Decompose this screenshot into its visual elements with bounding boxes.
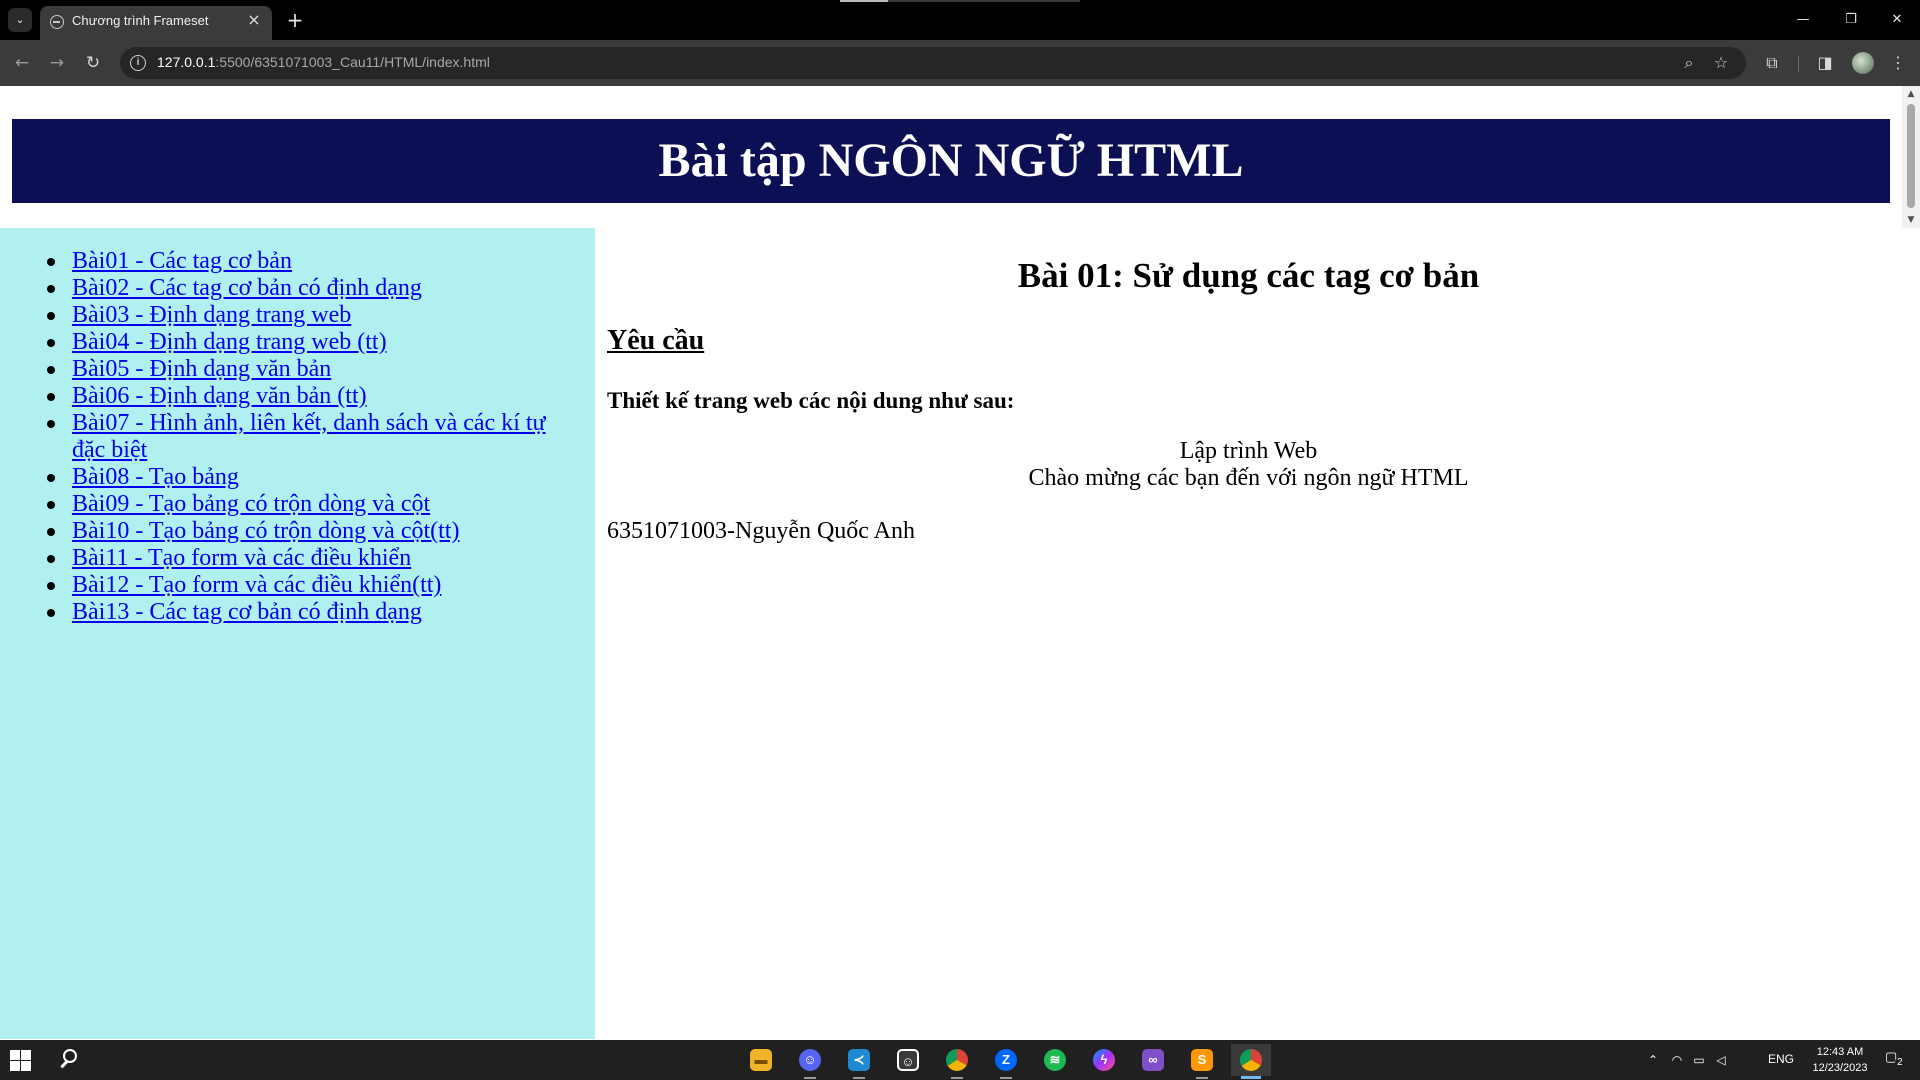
chrome-icon[interactable] — [937, 1044, 977, 1079]
window-drag-indicator — [840, 0, 1080, 2]
messenger-app-icon[interactable]: ☺ — [888, 1044, 928, 1076]
address-bar[interactable]: i 127.0.0.1:5500/6351071003_Cau11/HTML/i… — [120, 47, 1746, 79]
profile-avatar[interactable] — [1852, 52, 1874, 74]
lesson-link-04[interactable]: Bài04 - Định dạng trang web (tt) — [72, 329, 387, 355]
scrollbar-thumb[interactable] — [1907, 104, 1915, 208]
url-path: :5500/6351071003_Cau11/HTML/index.html — [215, 54, 490, 70]
lesson-link-08[interactable]: Bài08 - Tạo bảng — [72, 464, 239, 490]
lesson-title: Bài 01: Sử dụng các tag cơ bản — [1017, 256, 1480, 295]
menu-item: Bài07 - Hình ảnh, liên kết, danh sách và… — [38, 410, 558, 464]
clock-date: 12/23/2023 — [1812, 1062, 1868, 1074]
close-tab-icon[interactable]: × — [244, 10, 264, 30]
menu-item: Bài10 - Tạo bảng có trộn dòng và cột(tt) — [38, 518, 558, 545]
student-info: 6351071003-Nguyễn Quốc Anh — [607, 518, 915, 544]
system-tray: ⌃ ◠ ▭ ◁ ENG 12:43 AM 12/23/2023 ▢ 2 — [1640, 1040, 1920, 1080]
visual-studio-icon[interactable]: ∞ — [1133, 1044, 1173, 1076]
close-window-button[interactable]: ✕ — [1874, 0, 1920, 40]
header-frame-scrollbar[interactable]: ▲ ▼ — [1902, 86, 1920, 228]
menu-item: Bài06 - Định dạng văn bản (tt) — [38, 383, 558, 410]
chrome-active-icon[interactable] — [1231, 1044, 1271, 1079]
reload-button[interactable]: ↻ — [81, 51, 105, 75]
lesson-link-09[interactable]: Bài09 - Tạo bảng có trộn dòng và cột — [72, 491, 430, 517]
extensions-icon[interactable]: ⧉ — [1760, 51, 1784, 75]
menu-item: Bài11 - Tạo form và các điều khiển — [38, 545, 558, 572]
browser-tab-active[interactable]: Chương trình Frameset × — [40, 6, 272, 40]
centered-line-1: Lập trình Web — [1179, 438, 1318, 464]
page-viewport: Bài tập NGÔN NGỮ HTML Bài01 - Các tag cơ… — [0, 86, 1902, 1039]
url-host: 127.0.0.1 — [157, 54, 216, 70]
lesson-link-05[interactable]: Bài05 - Định dạng văn bản — [72, 356, 331, 382]
page-banner: Bài tập NGÔN NGỮ HTML — [12, 119, 1890, 203]
forward-button[interactable]: → — [45, 51, 69, 75]
lesson-link-03[interactable]: Bài03 - Định dạng trang web — [72, 302, 351, 328]
lesson-link-12[interactable]: Bài12 - Tạo form và các điều khiển(tt) — [72, 572, 441, 598]
minimize-button[interactable]: — — [1780, 0, 1826, 40]
zalo-icon[interactable]: Z — [986, 1044, 1026, 1079]
menu-item: Bài01 - Các tag cơ bản — [38, 248, 558, 275]
url-text[interactable]: 127.0.0.1:5500/6351071003_Cau11/HTML/ind… — [157, 54, 490, 70]
menu-item: Bài04 - Định dạng trang web (tt) — [38, 329, 558, 356]
requirement-text: Thiết kế trang web các nội dung như sau: — [607, 388, 1015, 413]
header-frame: Bài tập NGÔN NGỮ HTML — [0, 86, 1902, 228]
battery-icon[interactable]: ▭ — [1690, 1050, 1708, 1070]
scroll-up-arrow-icon[interactable]: ▲ — [1902, 86, 1920, 102]
lesson-link-01[interactable]: Bài01 - Các tag cơ bản — [72, 248, 292, 274]
sublime-text-icon[interactable]: S — [1182, 1044, 1222, 1079]
menu-item: Bài03 - Định dạng trang web — [38, 302, 558, 329]
requirement-heading: Yêu cầu — [607, 325, 705, 356]
menu-item: Bài05 - Định dạng văn bản — [38, 356, 558, 383]
scroll-down-arrow-icon[interactable]: ▼ — [1902, 212, 1920, 228]
discord-icon[interactable]: ☺ — [790, 1044, 830, 1079]
notification-count: 2 — [1895, 1057, 1905, 1068]
site-info-icon[interactable]: i — [130, 55, 146, 71]
notification-center-icon[interactable]: ▢ 2 — [1885, 1049, 1907, 1071]
windows-taskbar: ▬ ☺ ≺ ☺ Z ≋ ϟ ∞ S ⌃ ◠ ▭ ◁ ENG 12:43 AM 1… — [0, 1040, 1920, 1080]
lesson-link-11[interactable]: Bài11 - Tạo form và các điều khiển — [72, 545, 411, 571]
vs-code-icon[interactable]: ≺ — [839, 1044, 879, 1079]
browser-title-bar: ⌄ Chương trình Frameset × + — ❐ ✕ — [0, 0, 1920, 40]
lesson-link-13[interactable]: Bài13 - Các tag cơ bản có định dạng — [72, 599, 422, 625]
menu-item: Bài08 - Tạo bảng — [38, 464, 558, 491]
centered-line-2: Chào mừng các bạn đến với ngôn ngữ HTML — [1028, 465, 1469, 491]
side-panel-icon[interactable]: ◨ — [1813, 51, 1837, 75]
restore-button[interactable]: ❐ — [1828, 0, 1874, 40]
browser-menu-icon[interactable]: ⋮ — [1886, 51, 1910, 75]
clock-time: 12:43 AM — [1816, 1046, 1864, 1058]
menu-item: Bài13 - Các tag cơ bản có định dạng — [38, 599, 558, 626]
clock[interactable]: 12:43 AM 12/23/2023 — [1805, 1044, 1875, 1076]
messenger-icon[interactable]: ϟ — [1084, 1044, 1124, 1076]
menu-item: Bài12 - Tạo form và các điều khiển(tt) — [38, 572, 558, 599]
spotify-icon[interactable]: ≋ — [1035, 1044, 1075, 1076]
zoom-icon[interactable]: ⌕ — [1678, 52, 1700, 74]
back-button[interactable]: ← — [10, 51, 34, 75]
file-explorer-icon[interactable]: ▬ — [741, 1044, 781, 1076]
tab-search-button[interactable]: ⌄ — [8, 8, 32, 32]
tab-title: Chương trình Frameset — [72, 13, 209, 28]
lesson-link-10[interactable]: Bài10 - Tạo bảng có trộn dòng và cột(tt) — [72, 518, 459, 544]
centered-text-block: Lập trình Web Chào mừng các bạn đến với … — [595, 438, 1902, 492]
content-frame: Bài 01: Sử dụng các tag cơ bản Yêu cầu T… — [595, 228, 1902, 1039]
browser-toolbar: ← → ↻ i 127.0.0.1:5500/6351071003_Cau11/… — [0, 40, 1920, 86]
windows-start-icon[interactable] — [10, 1050, 32, 1072]
show-hidden-icons-icon[interactable]: ⌃ — [1644, 1050, 1662, 1070]
language-indicator[interactable]: ENG — [1768, 1052, 1794, 1066]
globe-icon — [50, 15, 64, 29]
menu-frame: Bài01 - Các tag cơ bản Bài02 - Các tag c… — [0, 228, 595, 1039]
lesson-link-07[interactable]: Bài07 - Hình ảnh, liên kết, danh sách và… — [72, 410, 546, 463]
search-icon[interactable] — [58, 1047, 84, 1073]
lesson-link-02[interactable]: Bài02 - Các tag cơ bản có định dạng — [72, 275, 422, 301]
lesson-link-06[interactable]: Bài06 - Định dạng văn bản (tt) — [72, 383, 367, 409]
lesson-menu: Bài01 - Các tag cơ bản Bài02 - Các tag c… — [38, 248, 558, 626]
wifi-icon[interactable]: ◠ — [1668, 1050, 1686, 1070]
toolbar-separator — [1798, 56, 1799, 72]
new-tab-button[interactable]: + — [282, 8, 308, 32]
menu-item: Bài09 - Tạo bảng có trộn dòng và cột — [38, 491, 558, 518]
bookmark-star-icon[interactable]: ☆ — [1710, 52, 1732, 74]
menu-item: Bài02 - Các tag cơ bản có định dạng — [38, 275, 558, 302]
volume-icon[interactable]: ◁ — [1712, 1050, 1730, 1070]
